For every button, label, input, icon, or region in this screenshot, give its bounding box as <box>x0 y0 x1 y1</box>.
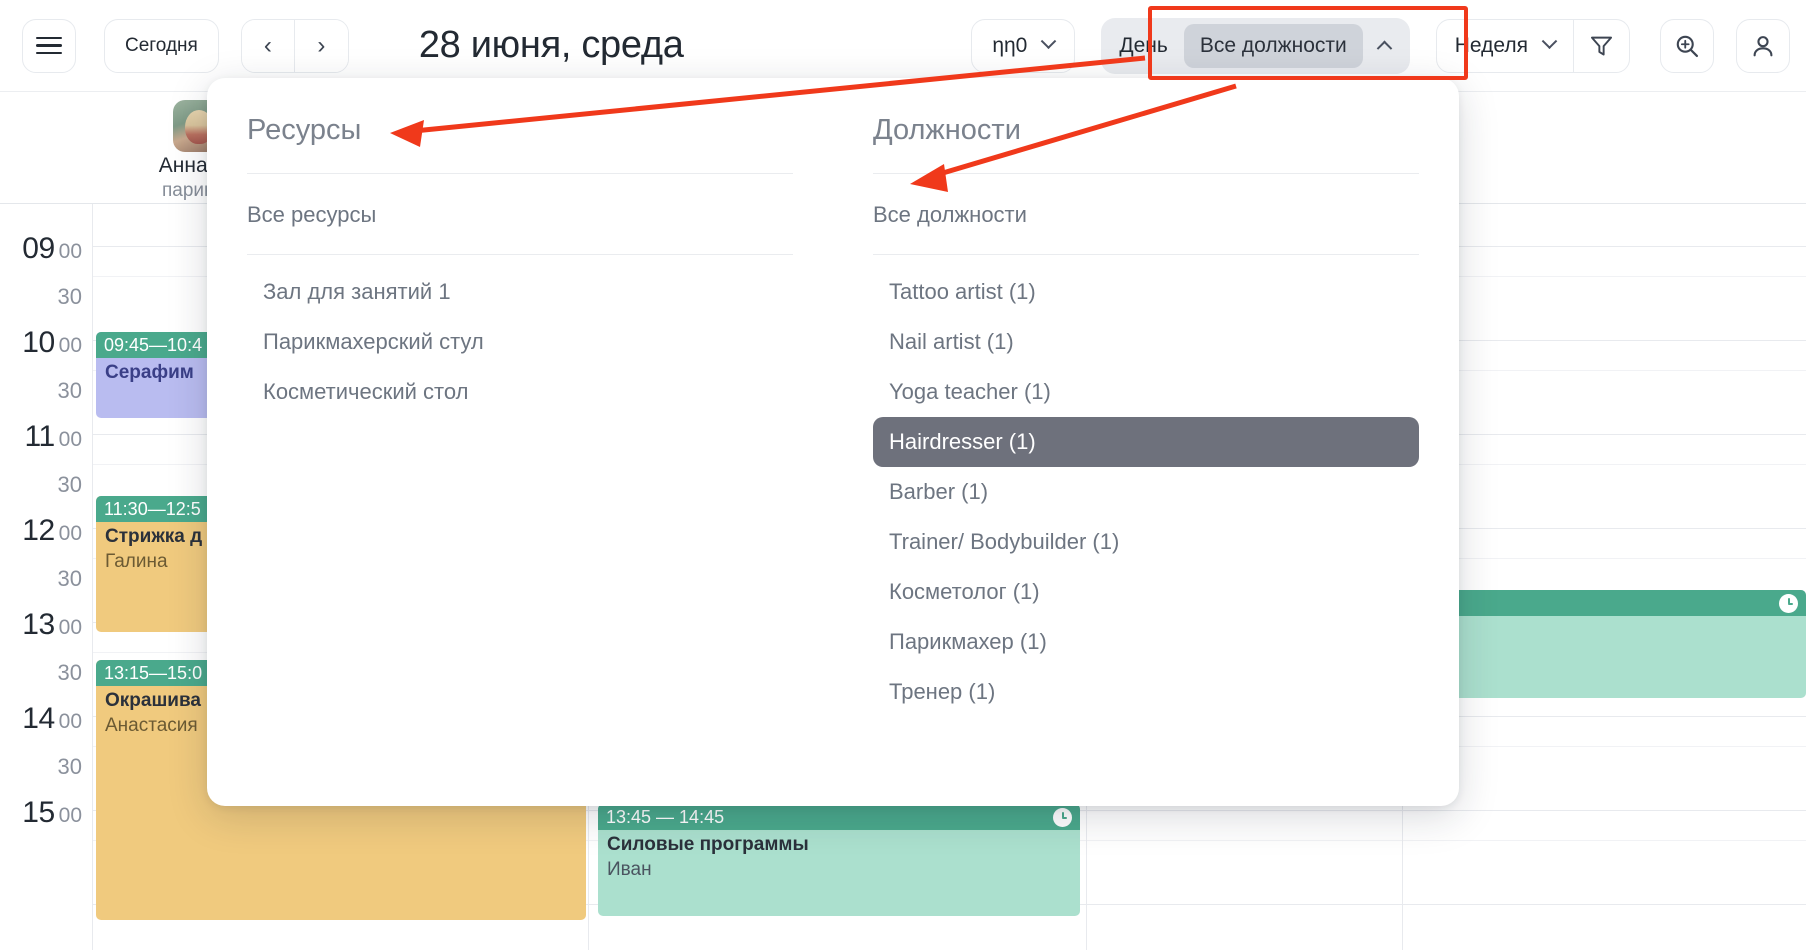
event-time <box>1406 590 1806 616</box>
event-time-text: 13:45 — 14:45 <box>606 806 725 827</box>
resource-item[interactable]: Косметический стол <box>247 367 793 417</box>
time-minute: 00 <box>58 804 82 827</box>
event-time: 13:45 — 14:45 <box>598 804 1080 830</box>
time-label-row: 30 <box>0 472 92 498</box>
time-label-row: 14 00 <box>0 702 92 736</box>
positions-header: Должности <box>873 108 1419 174</box>
branch-select[interactable]: ηη0 <box>971 18 1076 73</box>
resource-item[interactable]: Зал для занятий 1 <box>247 267 793 317</box>
time-gutter: 09 00 30 10 00 30 11 00 30 12 00 30 13 0… <box>0 204 92 950</box>
time-label-row: 11 00 <box>0 420 92 454</box>
time-half: 30 <box>57 472 82 497</box>
time-half: 30 <box>57 660 82 685</box>
time-half: 30 <box>57 754 82 779</box>
position-item[interactable]: Yoga teacher (1) <box>873 367 1419 417</box>
time-label-row: 12 00 <box>0 514 92 548</box>
calendar-event[interactable] <box>1406 590 1806 698</box>
all-positions-option[interactable]: Все должности <box>873 174 1419 255</box>
filter-button[interactable] <box>1573 19 1629 72</box>
position-item[interactable]: Tattoo artist (1) <box>873 267 1419 317</box>
positions-segmented-control[interactable]: День Все должности <box>1101 17 1410 74</box>
positions-dropdown-toggle[interactable] <box>1363 40 1402 57</box>
resources-header: Ресурсы <box>247 108 793 174</box>
time-label-row: 09 00 <box>0 232 92 266</box>
prev-day-button[interactable]: ‹ <box>241 19 295 72</box>
chevron-up-icon <box>1376 40 1393 57</box>
time-minute: 00 <box>58 522 82 545</box>
positions-list: Tattoo artist (1) Nail artist (1) Yoga t… <box>873 255 1419 717</box>
time-label-row: 30 <box>0 284 92 310</box>
clock-icon <box>1053 807 1072 827</box>
view-mode-select[interactable]: Неделя <box>1437 20 1573 72</box>
positions-resources-dropdown-panel: Ресурсы Все ресурсы Зал для занятий 1 Па… <box>207 78 1459 806</box>
grid-column-divider <box>92 204 93 950</box>
funnel-filter-icon <box>1590 36 1613 56</box>
event-subtitle: Иван <box>607 859 652 880</box>
event-title: Силовые программы <box>607 834 809 855</box>
position-item[interactable]: Парикмахер (1) <box>873 617 1419 667</box>
time-label-row: 30 <box>0 660 92 686</box>
hamburger-menu-button[interactable] <box>22 18 76 73</box>
chevron-down-icon <box>1541 33 1558 50</box>
zoom-in-icon <box>1676 35 1699 57</box>
zoom-in-button[interactable] <box>1660 18 1714 73</box>
user-account-icon <box>1753 35 1773 56</box>
position-item[interactable]: Косметолог (1) <box>873 567 1419 617</box>
position-item-selected[interactable]: Hairdresser (1) <box>873 417 1419 467</box>
time-label-row: 10 00 <box>0 326 92 360</box>
branch-select-value: ηη0 <box>992 33 1028 57</box>
position-item[interactable]: Тренер (1) <box>873 667 1419 717</box>
resources-list: Зал для занятий 1 Парикмахерский стул Ко… <box>247 255 793 417</box>
calendar-app-window: Анна Ва парикма 09 00 30 10 00 30 11 00 30 <box>0 0 1806 950</box>
time-minute: 00 <box>58 240 82 263</box>
all-resources-option[interactable]: Все ресурсы <box>247 174 793 255</box>
view-mode-combo: Неделя <box>1435 18 1630 73</box>
calendar-event[interactable]: 13:45 — 14:45 Силовые программы Иван <box>598 804 1080 916</box>
all-positions-pill[interactable]: Все должности <box>1183 23 1363 68</box>
resource-item[interactable]: Парикмахерский стул <box>247 317 793 367</box>
time-hour: 14 <box>22 702 55 735</box>
time-hour: 11 <box>24 420 55 453</box>
position-item[interactable]: Nail artist (1) <box>873 317 1419 367</box>
time-label-row: 15 00 <box>0 796 92 830</box>
time-hour: 15 <box>22 796 55 829</box>
view-mode-value: Неделя <box>1454 33 1528 57</box>
clock-icon <box>1779 593 1798 613</box>
position-item[interactable]: Barber (1) <box>873 467 1419 517</box>
time-half: 30 <box>57 566 82 591</box>
time-minute: 00 <box>58 616 82 639</box>
resources-column: Ресурсы Все ресурсы Зал для занятий 1 Па… <box>207 78 833 806</box>
time-minute: 00 <box>58 428 82 451</box>
time-hour: 13 <box>22 608 55 641</box>
user-account-button[interactable] <box>1736 18 1790 73</box>
next-day-button[interactable]: › <box>294 19 348 72</box>
time-label-row: 13 00 <box>0 608 92 642</box>
time-hour: 09 <box>22 232 55 265</box>
time-label-row: 30 <box>0 566 92 592</box>
time-hour: 12 <box>22 514 55 547</box>
positions-column: Должности Все должности Tattoo artist (1… <box>833 78 1459 806</box>
date-nav-group: ‹ › <box>240 18 349 73</box>
page-title: 28 июня, среда <box>418 24 684 66</box>
time-minute: 00 <box>58 334 82 357</box>
time-label-row: 30 <box>0 378 92 404</box>
time-minute: 00 <box>58 710 82 733</box>
time-label-row: 30 <box>0 754 92 780</box>
time-half: 30 <box>57 378 82 403</box>
chevron-down-icon <box>1041 33 1057 50</box>
time-hour: 10 <box>22 326 55 359</box>
day-mode-label[interactable]: День <box>1101 34 1183 58</box>
today-button[interactable]: Сегодня <box>104 18 219 73</box>
hamburger-menu-icon <box>36 32 62 59</box>
position-item[interactable]: Trainer/ Bodybuilder (1) <box>873 517 1419 567</box>
time-half: 30 <box>57 284 82 309</box>
